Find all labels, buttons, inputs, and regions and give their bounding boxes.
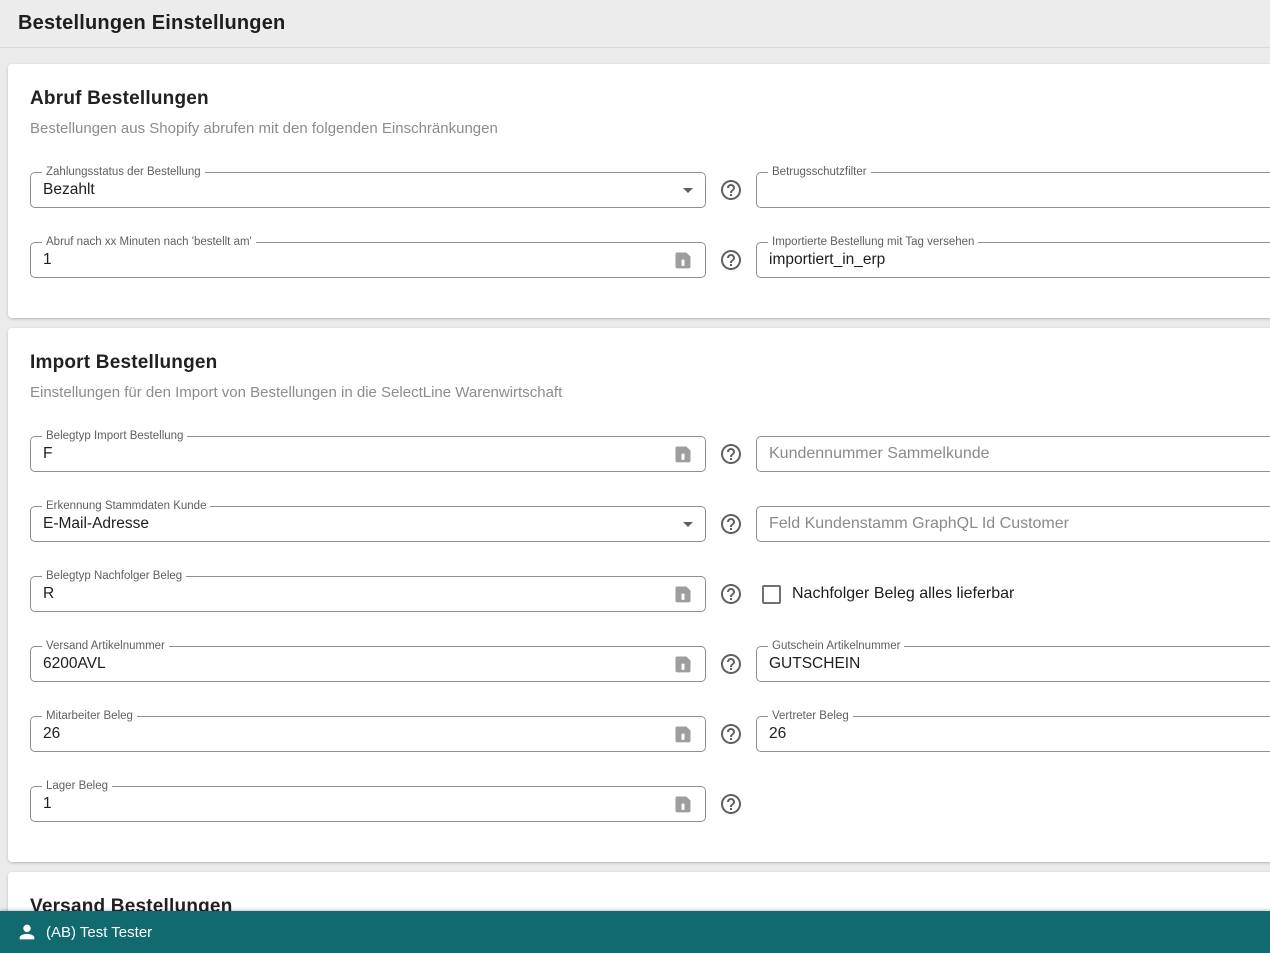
section-subtitle: Einstellungen für den Import von Bestell…: [30, 384, 1270, 401]
selected-value: Bezahlt: [43, 181, 95, 199]
help-icon[interactable]: [719, 512, 743, 536]
belegtyp-import-field[interactable]: Belegtyp Import Bestellung: [30, 436, 706, 472]
lager-beleg-input[interactable]: [43, 795, 673, 813]
save-icon[interactable]: [673, 444, 693, 464]
betrugsschutzfilter-input[interactable]: [769, 181, 1270, 199]
save-icon[interactable]: [673, 584, 693, 604]
user-name: (AB) Test Tester: [46, 924, 152, 941]
kundennummer-sammelkunde-input[interactable]: [769, 445, 1270, 463]
field-label: Mitarbeiter Beleg: [42, 709, 137, 723]
vertreter-beleg-input[interactable]: [769, 725, 1270, 743]
vertreter-beleg-field[interactable]: Vertreter Beleg: [756, 716, 1270, 752]
chevron-down-icon[interactable]: [683, 188, 693, 193]
field-label: Erkennung Stammdaten Kunde: [42, 499, 210, 513]
field-label: Belegtyp Import Bestellung: [42, 429, 187, 443]
zahlungsstatus-select[interactable]: Zahlungsstatus der Bestellung Bezahlt: [30, 172, 706, 208]
help-icon[interactable]: [719, 582, 743, 606]
gutschein-artikelnummer-input[interactable]: [769, 655, 1270, 673]
section-title: Import Bestellungen: [30, 352, 1270, 374]
section-subtitle: Bestellungen aus Shopify abrufen mit den…: [30, 120, 1270, 137]
section-abruf-bestellungen: Abruf Bestellungen Bestellungen aus Shop…: [8, 64, 1270, 318]
erkennung-stammdaten-select[interactable]: Erkennung Stammdaten Kunde E-Mail-Adress…: [30, 506, 706, 542]
help-icon[interactable]: [719, 178, 743, 202]
belegtyp-nachfolger-input[interactable]: [43, 585, 673, 603]
versand-artikelnummer-field[interactable]: Versand Artikelnummer: [30, 646, 706, 682]
import-tag-input[interactable]: [769, 251, 1270, 269]
nachfolger-lieferbar-checkbox[interactable]: Nachfolger Beleg alles lieferbar: [762, 585, 1270, 604]
save-icon[interactable]: [673, 724, 693, 744]
field-label: Abruf nach xx Minuten nach 'bestellt am': [42, 235, 256, 249]
gutschein-artikelnummer-field[interactable]: Gutschein Artikelnummer: [756, 646, 1270, 682]
save-icon[interactable]: [673, 654, 693, 674]
field-label: Versand Artikelnummer: [42, 639, 169, 653]
betrugsschutzfilter-field[interactable]: Betrugsschutzfilter: [756, 172, 1270, 208]
help-icon[interactable]: [719, 442, 743, 466]
app-header: Bestellungen Einstellungen: [0, 0, 1270, 48]
field-label: Gutschein Artikelnummer: [768, 639, 904, 653]
user-status-bar[interactable]: (AB) Test Tester: [0, 911, 1270, 953]
feld-kundenstamm-field[interactable]: [756, 506, 1270, 542]
lager-beleg-field[interactable]: Lager Beleg: [30, 786, 706, 822]
settings-page: Abruf Bestellungen Bestellungen aus Shop…: [0, 48, 1270, 953]
save-icon[interactable]: [673, 250, 693, 270]
field-label: Belegtyp Nachfolger Beleg: [42, 569, 186, 583]
import-tag-field[interactable]: Importierte Bestellung mit Tag versehen: [756, 242, 1270, 278]
abruf-minuten-field[interactable]: Abruf nach xx Minuten nach 'bestellt am': [30, 242, 706, 278]
chevron-down-icon[interactable]: [683, 522, 693, 527]
mitarbeiter-beleg-input[interactable]: [43, 725, 673, 743]
belegtyp-import-input[interactable]: [43, 445, 673, 463]
field-label: Lager Beleg: [42, 779, 112, 793]
help-icon[interactable]: [719, 652, 743, 676]
help-icon[interactable]: [719, 722, 743, 746]
abruf-minuten-input[interactable]: [43, 251, 673, 269]
selected-value: E-Mail-Adresse: [43, 515, 149, 533]
field-label: Vertreter Beleg: [768, 709, 853, 723]
person-icon: [16, 921, 46, 943]
checkbox-label: Nachfolger Beleg alles lieferbar: [792, 585, 1014, 603]
versand-artikelnummer-input[interactable]: [43, 655, 673, 673]
kundennummer-sammelkunde-field[interactable]: [756, 436, 1270, 472]
help-icon[interactable]: [719, 792, 743, 816]
field-label: Zahlungsstatus der Bestellung: [42, 165, 205, 179]
page-title: Bestellungen Einstellungen: [18, 12, 285, 35]
field-label: Importierte Bestellung mit Tag versehen: [768, 235, 978, 249]
belegtyp-nachfolger-field[interactable]: Belegtyp Nachfolger Beleg: [30, 576, 706, 612]
section-import-bestellungen: Import Bestellungen Einstellungen für de…: [8, 328, 1270, 862]
mitarbeiter-beleg-field[interactable]: Mitarbeiter Beleg: [30, 716, 706, 752]
feld-kundenstamm-input[interactable]: [769, 515, 1270, 533]
save-icon[interactable]: [673, 794, 693, 814]
checkbox-box[interactable]: [762, 585, 781, 604]
field-label: Betrugsschutzfilter: [768, 165, 871, 179]
section-title: Abruf Bestellungen: [30, 88, 1270, 110]
help-icon[interactable]: [719, 248, 743, 272]
